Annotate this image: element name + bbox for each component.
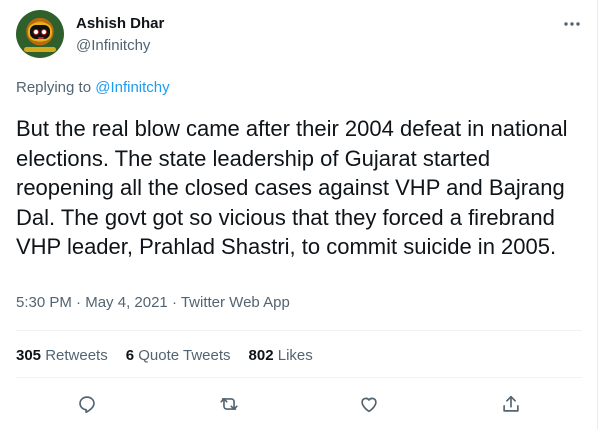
- retweets-count: 305: [16, 347, 42, 364]
- tweet-source[interactable]: Twitter Web App: [181, 294, 290, 311]
- avatar-mouth: [38, 37, 44, 39]
- avatar[interactable]: [16, 10, 64, 58]
- replying-prefix: Replying to: [16, 79, 96, 96]
- divider-bottom: [16, 377, 582, 378]
- likes-label: Likes: [273, 347, 313, 364]
- action-bar: [16, 393, 582, 417]
- likes-count: 802: [248, 347, 274, 364]
- quote-tweets-stat[interactable]: 6 Quote Tweets: [126, 347, 231, 364]
- meta-separator: ·: [71, 294, 86, 311]
- quote-tweets-count: 6: [125, 347, 135, 364]
- retweets-label: Retweets: [41, 347, 108, 364]
- more-dots-icon[interactable]: [560, 14, 584, 34]
- tweet-meta: 5:30 PM · May 4, 2021 · Twitter Web App: [16, 294, 290, 311]
- likes-stat[interactable]: 802 Likes: [249, 347, 313, 364]
- retweets-stat[interactable]: 305 Retweets: [16, 347, 108, 364]
- replying-to: Replying to @Infinitchy: [16, 79, 170, 96]
- tweet-stats: 305 Retweets 6 Quote Tweets 802 Likes: [16, 347, 331, 364]
- avatar-band: [24, 47, 56, 52]
- tweet-card: Ashish Dhar @Infinitchy Replying to @Inf…: [0, 0, 598, 429]
- avatar-eye-right: [41, 29, 47, 35]
- quote-tweets-label: Quote Tweets: [134, 347, 231, 364]
- tweet-text: But the real blow came after their 2004 …: [16, 116, 568, 259]
- avatar-face: [28, 23, 52, 41]
- like-icon[interactable]: [358, 393, 382, 417]
- reply-icon[interactable]: [76, 393, 100, 417]
- retweet-icon[interactable]: [218, 393, 242, 417]
- tweet-date[interactable]: May 4, 2021: [85, 294, 168, 311]
- meta-separator: ·: [167, 294, 181, 311]
- author-name[interactable]: Ashish Dhar: [76, 15, 164, 32]
- divider-top: [16, 330, 582, 331]
- avatar-eye-left: [33, 29, 39, 35]
- share-icon[interactable]: [500, 393, 524, 417]
- author-handle[interactable]: @Infinitchy: [76, 37, 150, 54]
- tweet-time[interactable]: 5:30 PM: [16, 294, 72, 311]
- replying-handle-link[interactable]: @Infinitchy: [95, 79, 169, 96]
